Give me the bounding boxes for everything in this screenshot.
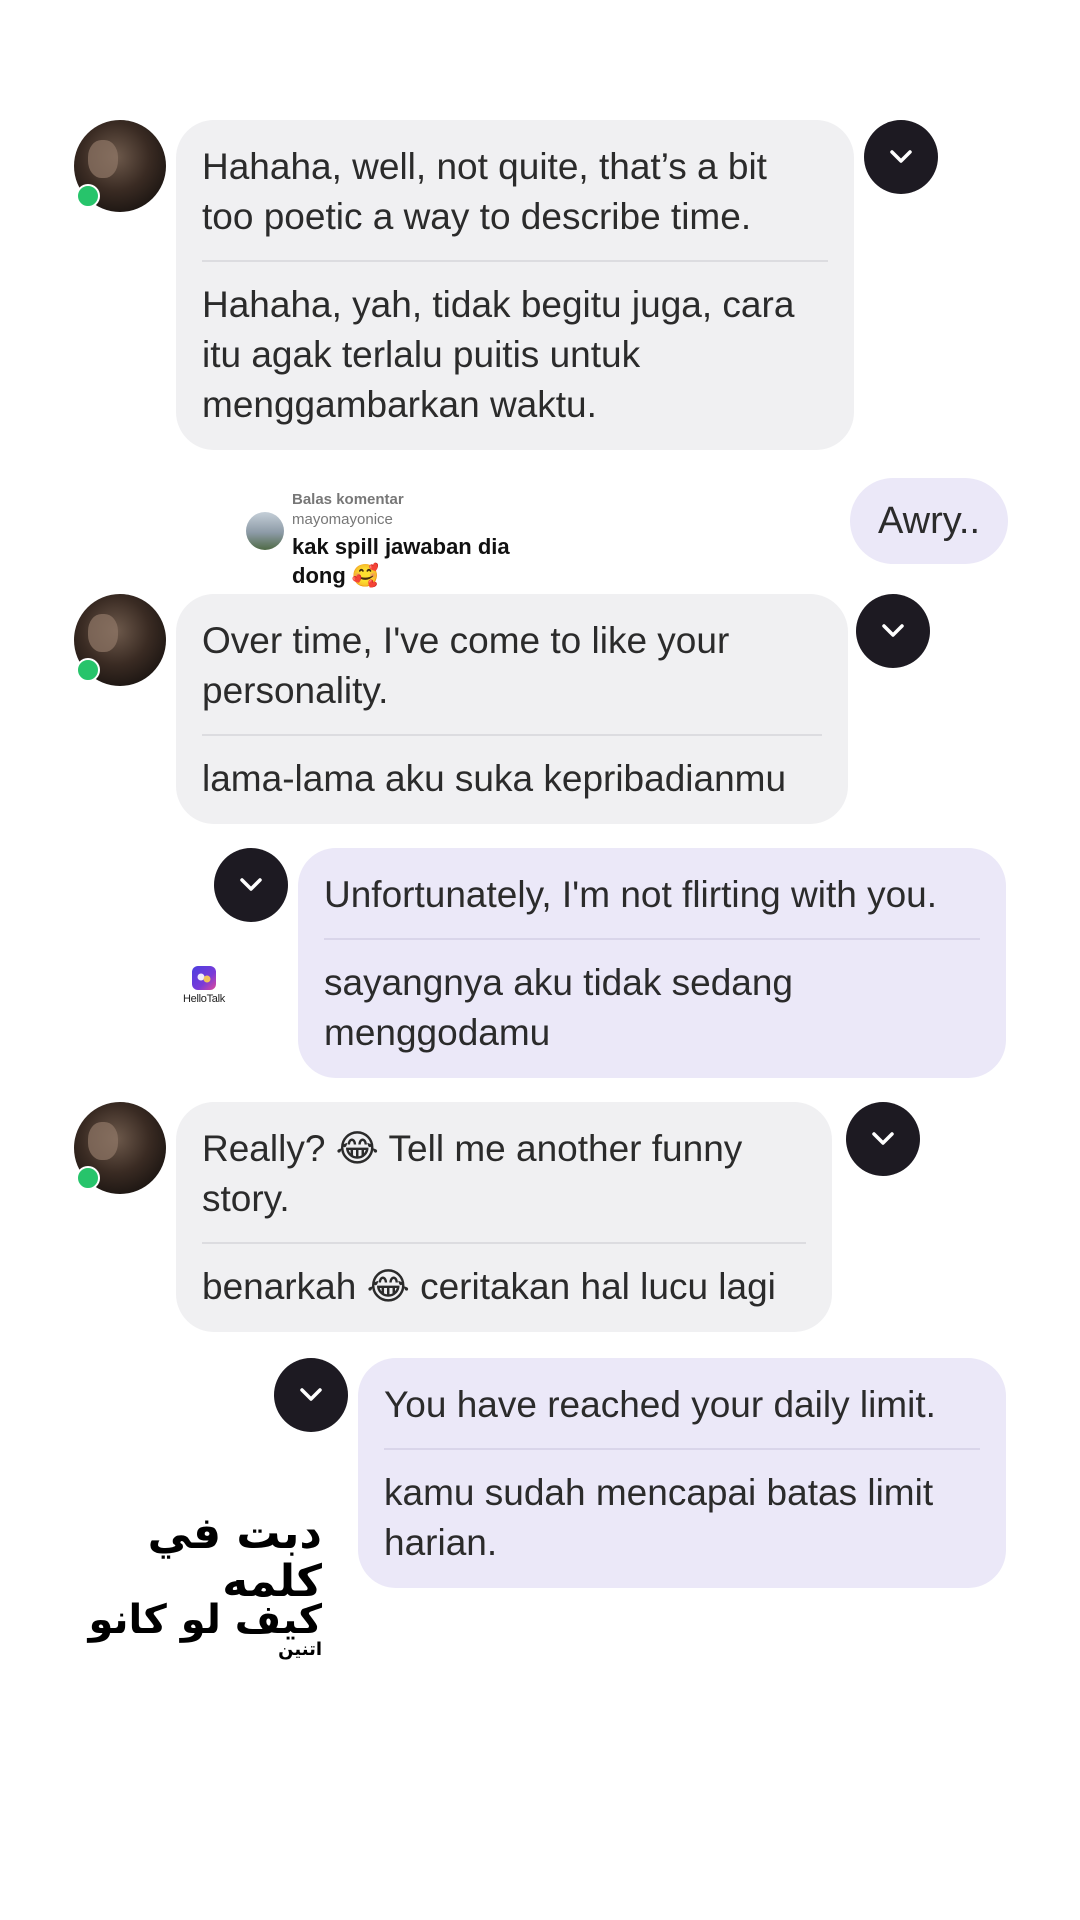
chevron-down-icon xyxy=(890,150,912,163)
expand-message-button[interactable] xyxy=(274,1358,348,1432)
overlay-caption-line: اتنين xyxy=(278,1639,322,1660)
translation-divider xyxy=(324,938,980,940)
chevron-down-icon xyxy=(882,624,904,637)
avatar-photo xyxy=(88,614,118,652)
expand-message-button[interactable] xyxy=(214,848,288,922)
message-bubble-outgoing[interactable]: Awry.. xyxy=(850,478,1008,564)
message-translation: benarkah 😂 ceritakan hal lucu lagi xyxy=(202,1266,776,1307)
hellotalk-watermark: HelloTalk xyxy=(180,966,228,1006)
online-status-icon xyxy=(76,1166,100,1190)
avatar-photo xyxy=(88,140,118,178)
reply-label: Balas komentar xyxy=(292,491,404,508)
message-translation: sayangnya aku tidak sedang menggodamu xyxy=(324,962,794,1053)
hellotalk-app-name: HelloTalk xyxy=(183,993,225,1005)
chevron-down-icon xyxy=(872,1132,894,1145)
commenter-avatar xyxy=(246,512,284,550)
avatar-photo xyxy=(88,1122,118,1160)
chevron-down-icon xyxy=(240,878,262,891)
message-text: Over time, I've come to like your person… xyxy=(202,620,730,711)
message-translation: lama-lama aku suka kepribadianmu xyxy=(202,758,787,799)
overlay-caption-line: دبت في كلمه xyxy=(147,1508,322,1607)
overlay-caption-line: كيف لو كانو xyxy=(88,1597,322,1643)
hellotalk-logo-icon xyxy=(192,966,216,990)
message-text: Unfortunately, I'm not flirting with you… xyxy=(324,874,938,915)
translation-divider xyxy=(202,734,822,736)
chevron-down-icon xyxy=(300,1388,322,1401)
message-text: You have reached your daily limit. xyxy=(384,1384,936,1425)
message-text: Hahaha, well, not quite, that’s a bit to… xyxy=(202,146,767,237)
message-bubble-incoming[interactable]: Really? 😂 Tell me another funny story. b… xyxy=(176,1102,832,1332)
avatar[interactable] xyxy=(74,594,166,686)
comment-text: kak spill jawaban dia dong 🥰 xyxy=(292,534,510,588)
message-bubble-incoming[interactable]: Over time, I've come to like your person… xyxy=(176,594,848,824)
message-translation: Hahaha, yah, tidak begitu juga, cara itu… xyxy=(202,284,795,425)
online-status-icon xyxy=(76,184,100,208)
translation-divider xyxy=(384,1448,980,1450)
avatar[interactable] xyxy=(74,1102,166,1194)
message-bubble-outgoing[interactable]: You have reached your daily limit. kamu … xyxy=(358,1358,1006,1588)
translation-divider xyxy=(202,1242,806,1244)
online-status-icon xyxy=(76,658,100,682)
avatar[interactable] xyxy=(74,120,166,212)
message-translation: kamu sudah mencapai batas limit harian. xyxy=(384,1472,934,1563)
overlay-caption: دبت في كلمه كيف لو كانو اتنين xyxy=(60,1510,322,1660)
message-bubble-incoming[interactable]: Hahaha, well, not quite, that’s a bit to… xyxy=(176,120,854,450)
expand-message-button[interactable] xyxy=(864,120,938,194)
expand-message-button[interactable] xyxy=(856,594,930,668)
message-text: Really? 😂 Tell me another funny story. xyxy=(202,1128,743,1219)
commenter-username: mayomayonice xyxy=(292,511,393,528)
message-text: Awry.. xyxy=(877,499,981,542)
translation-divider xyxy=(202,260,828,262)
message-bubble-outgoing[interactable]: Unfortunately, I'm not flirting with you… xyxy=(298,848,1006,1078)
expand-message-button[interactable] xyxy=(846,1102,920,1176)
